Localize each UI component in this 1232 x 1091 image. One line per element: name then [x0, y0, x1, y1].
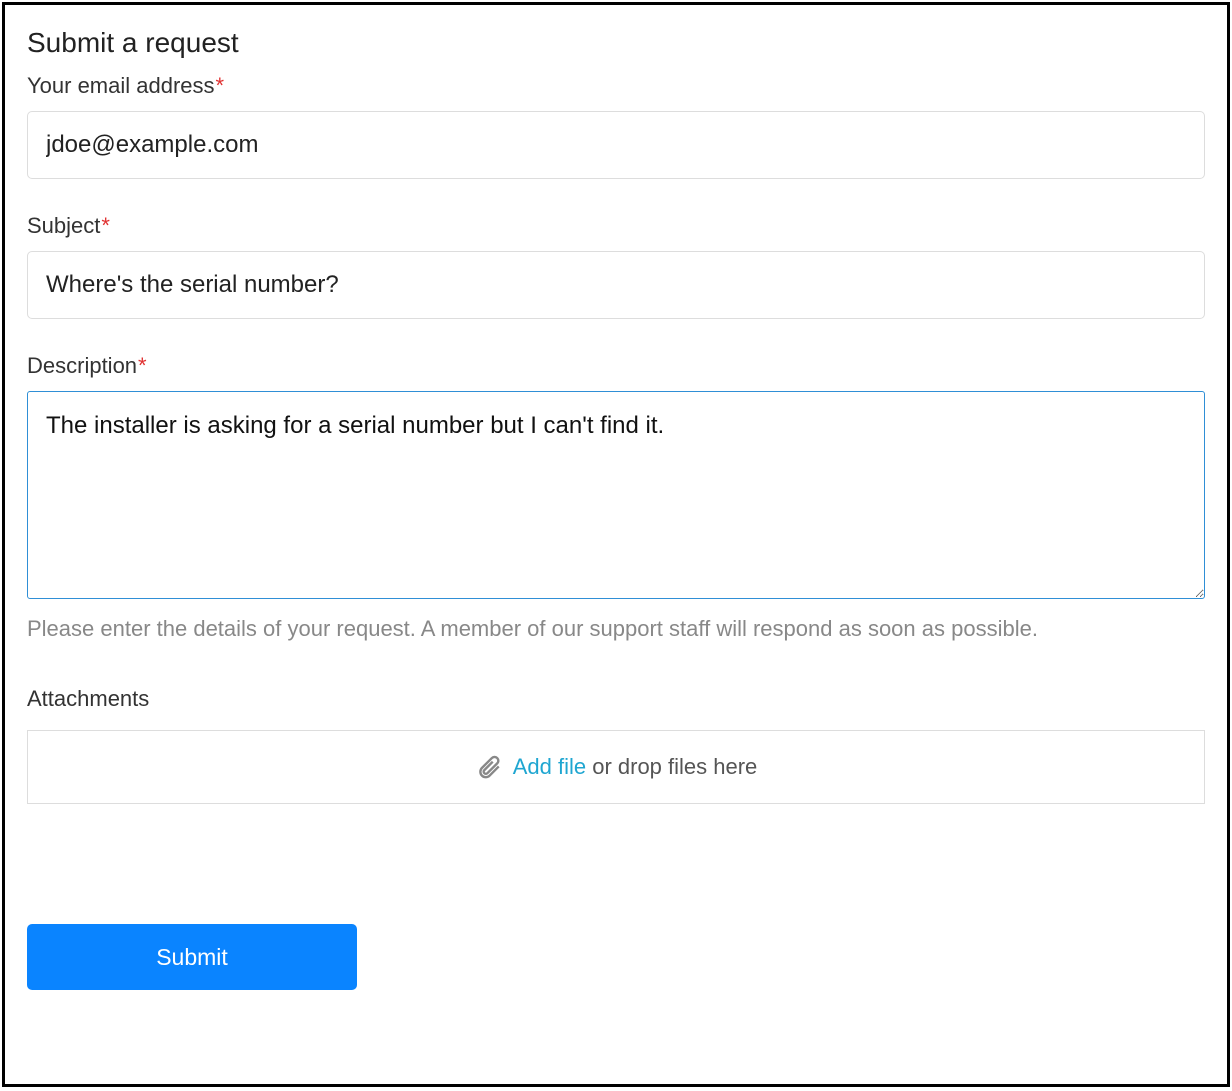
subject-field[interactable] [27, 251, 1205, 319]
email-field[interactable] [27, 111, 1205, 179]
description-helper-text: Please enter the details of your request… [27, 616, 1205, 642]
required-indicator: * [216, 73, 225, 98]
description-field[interactable] [27, 391, 1205, 599]
drop-files-text: or drop files here [586, 754, 757, 779]
submit-button[interactable]: Submit [27, 924, 357, 990]
subject-group: Subject* [27, 213, 1205, 319]
add-file-link[interactable]: Add file [513, 754, 586, 779]
subject-label: Subject* [27, 213, 1205, 239]
required-indicator: * [138, 353, 147, 378]
attachments-group: Attachments Add file or drop files here [27, 686, 1205, 804]
attachments-label: Attachments [27, 686, 1205, 712]
form-container: Submit a request Your email address* Sub… [2, 2, 1230, 1087]
email-group: Your email address* [27, 73, 1205, 179]
subject-label-text: Subject [27, 213, 100, 238]
description-group: Description* [27, 353, 1205, 604]
paperclip-icon [475, 753, 503, 781]
attachments-dropzone[interactable]: Add file or drop files here [27, 730, 1205, 804]
attachments-text: Add file or drop files here [513, 754, 758, 780]
required-indicator: * [101, 213, 110, 238]
email-label-text: Your email address [27, 73, 215, 98]
email-label: Your email address* [27, 73, 1205, 99]
description-label: Description* [27, 353, 1205, 379]
page-title: Submit a request [27, 27, 1205, 59]
description-label-text: Description [27, 353, 137, 378]
